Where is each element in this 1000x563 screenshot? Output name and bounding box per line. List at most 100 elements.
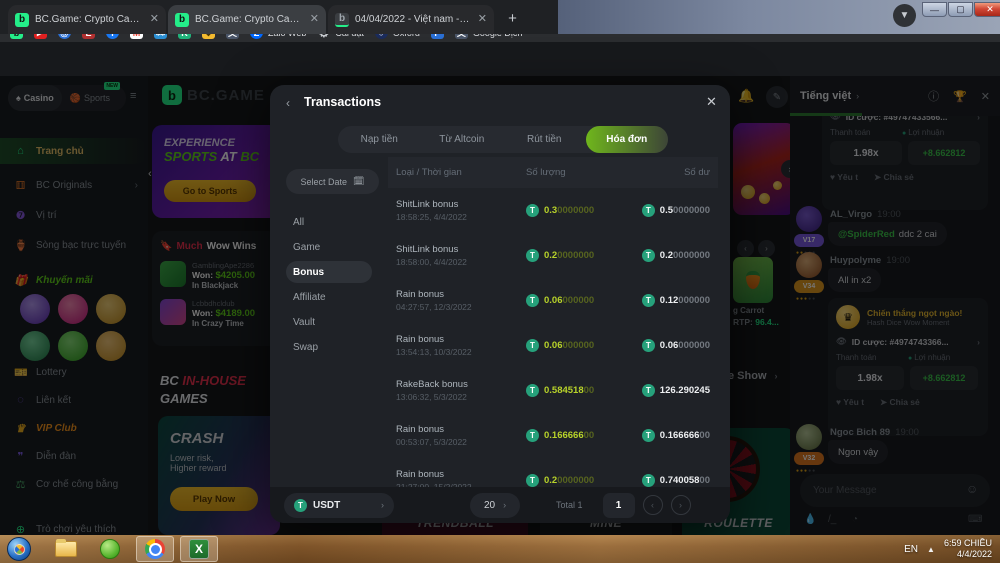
- category-swap[interactable]: Swap: [286, 336, 372, 358]
- total-label: Total 1: [556, 500, 583, 510]
- screen: b BC.Game: Crypto Casino Games ✕ b BC.Ga…: [0, 0, 1000, 563]
- tab-bill[interactable]: Hóa đơn: [586, 126, 669, 153]
- table-row[interactable]: RakeBack bonus 13:06:32, 5/3/2022 T 0.5845…: [388, 368, 718, 413]
- table-row[interactable]: Rain bonus13:54:13, 10/3/2022 T0.0600000…: [388, 323, 718, 368]
- category-label: Game: [293, 242, 320, 253]
- page-size-selector[interactable]: 20 ›: [470, 493, 520, 518]
- tab-withdraw[interactable]: Rút tiền: [503, 126, 586, 153]
- select-date-label: Select Date: [301, 177, 348, 187]
- table-row[interactable]: Rain bonus21:27:00, 15/2/2022 T0.2000000…: [388, 458, 718, 487]
- tab-deposit[interactable]: Nạp tiền: [338, 126, 421, 153]
- table-row[interactable]: ShitLink bonus18:58:25, 4/4/2022 T0.3000…: [388, 188, 718, 233]
- category-all[interactable]: All: [286, 211, 372, 233]
- taskbar-clock[interactable]: 6:59 CHIỀU 4/4/2022: [944, 538, 992, 561]
- coccoc-taskbar-icon[interactable]: [100, 539, 120, 559]
- tx-amount-zeros: 000000: [563, 295, 595, 306]
- tab-close-icon[interactable]: ✕: [310, 14, 319, 25]
- chevron-right-icon: ›: [381, 500, 384, 510]
- tx-time: 13:54:13, 10/3/2022: [396, 347, 526, 357]
- usdt-icon: T: [642, 474, 655, 487]
- clock-time: 6:59 CHIỀU: [944, 538, 992, 549]
- next-page-icon[interactable]: ›: [671, 495, 691, 515]
- usdt-icon: T: [294, 499, 307, 512]
- calendar-icon: 🗓: [353, 176, 364, 187]
- category-game[interactable]: Game: [286, 236, 372, 258]
- modal-close-icon[interactable]: ✕: [706, 94, 717, 110]
- tx-amount-zeros: 000000: [563, 340, 595, 351]
- usdt-icon: T: [642, 249, 655, 262]
- document-favicon: b: [335, 13, 349, 27]
- tx-balance: 0.166666: [660, 430, 700, 441]
- chrome-taskbar-icon[interactable]: [145, 539, 165, 559]
- tab-title: BC.Game: Crypto Casino Games: [35, 14, 144, 25]
- usdt-icon: T: [642, 429, 655, 442]
- new-tab-button[interactable]: +: [502, 8, 523, 29]
- tx-balance-zeros: 00: [699, 475, 710, 486]
- tab-title: 04/04/2022 - Việt nam - BC.Gam: [355, 14, 472, 25]
- tab-from-altcoin[interactable]: Từ Altcoin: [421, 126, 504, 153]
- tray-expand-icon[interactable]: ▲: [927, 545, 935, 554]
- usdt-icon: T: [526, 384, 539, 397]
- table-row[interactable]: Rain bonus04:27:57, 12/3/2022 T0.0600000…: [388, 278, 718, 323]
- transactions-modal: ‹ Transactions ✕ Nạp tiền Từ Altcoin Rút…: [270, 85, 730, 523]
- category-affiliate[interactable]: Affiliate: [286, 286, 372, 308]
- usdt-icon: T: [526, 249, 539, 262]
- prev-page-icon[interactable]: ‹: [643, 495, 663, 515]
- category-label: All: [293, 217, 304, 228]
- tx-type: Rain bonus: [396, 424, 526, 435]
- tx-amount: 0.584518: [544, 385, 584, 396]
- windows-taskbar: X EN ▲ 6:59 CHIỀU 4/4/2022: [0, 535, 1000, 563]
- tx-type: ShitLink bonus: [396, 199, 526, 210]
- tx-amount-zeros: 00: [584, 430, 595, 441]
- tx-balance-zeros: 000000: [678, 295, 710, 306]
- explorer-taskbar-icon[interactable]: [55, 541, 77, 557]
- usdt-icon: T: [526, 429, 539, 442]
- table-row[interactable]: Rain bonus00:53:07, 5/3/2022 T0.16666600…: [388, 413, 718, 458]
- excel-taskbar-icon[interactable]: X: [189, 539, 209, 559]
- bcgame-favicon: b: [15, 13, 29, 27]
- usdt-icon: T: [526, 339, 539, 352]
- browser-tab-3[interactable]: b 04/04/2022 - Việt nam - BC.Gam ✕: [328, 5, 494, 34]
- tx-balance: 0.06: [660, 340, 679, 351]
- start-button[interactable]: [7, 537, 31, 561]
- tx-type: RakeBack bonus: [396, 379, 526, 390]
- modal-title: Transactions: [304, 95, 381, 109]
- usdt-icon: T: [642, 339, 655, 352]
- category-bonus[interactable]: Bonus: [286, 261, 372, 283]
- tx-type: Rain bonus: [396, 469, 526, 480]
- window-minimize-button[interactable]: —: [922, 2, 947, 17]
- usdt-icon: T: [526, 474, 539, 487]
- category-label: Bonus: [293, 267, 324, 278]
- category-label: Vault: [293, 317, 315, 328]
- currency-selector[interactable]: T USDT ›: [284, 493, 394, 518]
- window-maximize-button[interactable]: ▢: [948, 2, 973, 17]
- browser-tab-2-active[interactable]: b BC.Game: Crypto Casino Games ✕: [168, 5, 326, 34]
- tab-close-icon[interactable]: ✕: [478, 14, 487, 25]
- tx-balance: 0.2: [660, 250, 673, 261]
- tx-amount-zeros: 00: [584, 385, 595, 396]
- category-label: Affiliate: [293, 292, 326, 303]
- modal-back-icon[interactable]: ‹: [286, 96, 290, 110]
- system-tray: EN ▲ 6:59 CHIỀU 4/4/2022: [904, 535, 992, 563]
- currency-label: USDT: [313, 500, 375, 511]
- tab-search-icon[interactable]: ▼: [893, 4, 916, 27]
- select-date-button[interactable]: Select Date 🗓: [286, 169, 379, 194]
- tab-close-icon[interactable]: ✕: [150, 14, 159, 25]
- page-size-value: 20: [484, 500, 495, 511]
- tx-balance-zeros: 0000000: [673, 205, 710, 216]
- tx-amount: 0.166666: [544, 430, 584, 441]
- tx-amount-zeros: 0000000: [557, 475, 594, 486]
- table-row[interactable]: ShitLink bonus18:58:00, 4/4/2022 T0.2000…: [388, 233, 718, 278]
- tx-time: 00:53:07, 5/3/2022: [396, 437, 526, 447]
- tx-time: 13:06:32, 5/3/2022: [396, 392, 526, 402]
- window-close-button[interactable]: ✕: [974, 2, 1000, 17]
- current-page[interactable]: 1: [603, 493, 635, 518]
- browser-tab-1[interactable]: b BC.Game: Crypto Casino Games ✕: [8, 5, 166, 34]
- tx-amount-zeros: 0000000: [557, 205, 594, 216]
- modal-footer: T USDT › 20 › Total 1 1 ‹ ›: [270, 487, 730, 523]
- language-indicator[interactable]: EN: [904, 544, 918, 555]
- tx-amount: 0.2: [544, 250, 557, 261]
- category-vault[interactable]: Vault: [286, 311, 372, 333]
- tab-title: BC.Game: Crypto Casino Games: [195, 14, 304, 25]
- tx-type: ShitLink bonus: [396, 244, 526, 255]
